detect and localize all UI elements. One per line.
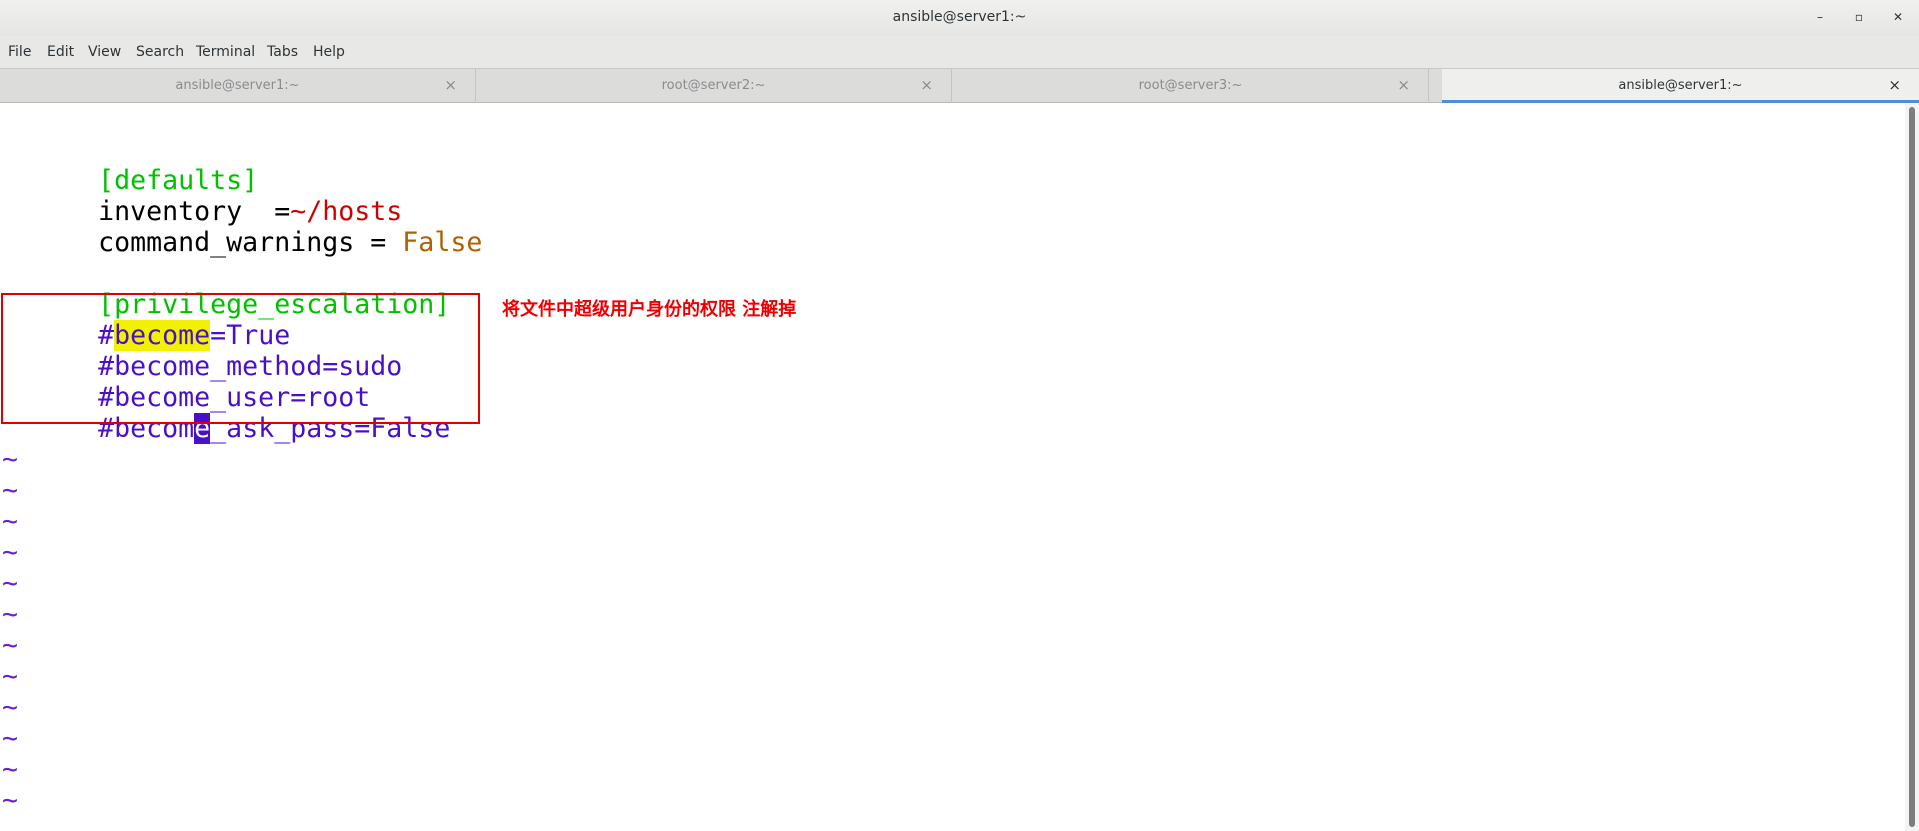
tab-close-icon[interactable]: × bbox=[920, 76, 933, 94]
menu-search[interactable]: Search bbox=[136, 44, 184, 60]
tab-label: ansible@server1:~ bbox=[175, 78, 300, 93]
empty-line-tilde: ~ bbox=[2, 754, 19, 785]
tab-close-icon[interactable]: × bbox=[1888, 76, 1901, 94]
menu-bar: File Edit View Search Terminal Tabs Help bbox=[0, 36, 1919, 68]
menu-tabs[interactable]: Tabs bbox=[267, 44, 298, 60]
tab-root-server2[interactable]: root@server2:~ × bbox=[476, 69, 952, 103]
config-value: False bbox=[402, 226, 483, 258]
minimize-button[interactable]: – bbox=[1810, 8, 1830, 28]
terminal-content[interactable]: [defaults] inventory =~/hosts command_wa… bbox=[0, 103, 1905, 831]
tab-label: root@server3:~ bbox=[1138, 78, 1243, 93]
tab-ansible-server1-active[interactable]: ansible@server1:~ × bbox=[1442, 69, 1919, 103]
menu-terminal[interactable]: Terminal bbox=[196, 44, 255, 60]
title-bar[interactable]: ansible@server1:~ – ▫ ✕ bbox=[0, 0, 1919, 36]
editor-line: [privilege_escalation] bbox=[2, 259, 450, 320]
tab-label: ansible@server1:~ bbox=[1618, 78, 1743, 93]
annotation-note: 将文件中超级用户身份的权限 注解掉 bbox=[502, 299, 797, 320]
empty-line-tilde: ~ bbox=[2, 599, 19, 630]
tab-bar: ansible@server1:~ × root@server2:~ × roo… bbox=[0, 68, 1919, 103]
empty-line-tilde: ~ bbox=[2, 630, 19, 661]
editor-line: command_warnings = False bbox=[2, 197, 482, 258]
editor-line: [defaults] bbox=[2, 135, 258, 196]
menu-view[interactable]: View bbox=[88, 44, 121, 60]
menu-edit[interactable]: Edit bbox=[47, 44, 74, 60]
annotation-highlight-box bbox=[1, 293, 480, 424]
config-key: command_warnings = bbox=[98, 226, 403, 258]
empty-line-tilde: ~ bbox=[2, 537, 19, 568]
empty-line-tilde: ~ bbox=[2, 568, 19, 599]
close-window-button[interactable]: ✕ bbox=[1888, 8, 1908, 28]
empty-line-tilde: ~ bbox=[2, 475, 19, 506]
empty-line-tilde: ~ bbox=[2, 506, 19, 537]
editor-line: inventory =~/hosts bbox=[2, 166, 402, 227]
empty-line-tilde: ~ bbox=[2, 723, 19, 754]
empty-line-tilde: ~ bbox=[2, 661, 19, 692]
vertical-scrollbar[interactable] bbox=[1905, 103, 1919, 831]
tab-label: root@server2:~ bbox=[661, 78, 766, 93]
menu-help[interactable]: Help bbox=[313, 44, 345, 60]
tab-ansible-server1[interactable]: ansible@server1:~ × bbox=[0, 69, 476, 103]
tab-close-icon[interactable]: × bbox=[1397, 76, 1410, 94]
empty-line-tilde: ~ bbox=[2, 692, 19, 723]
scrollbar-thumb[interactable] bbox=[1909, 107, 1915, 827]
window-title: ansible@server1:~ bbox=[892, 9, 1027, 25]
menu-file[interactable]: File bbox=[8, 44, 31, 60]
empty-line-tilde: ~ bbox=[2, 444, 19, 475]
tab-root-server3[interactable]: root@server3:~ × bbox=[953, 69, 1429, 103]
empty-line-tilde: ~ bbox=[2, 785, 19, 816]
maximize-button[interactable]: ▫ bbox=[1849, 8, 1869, 28]
terminal-window: ansible@server1:~ – ▫ ✕ File Edit View S… bbox=[0, 0, 1919, 831]
tab-close-icon[interactable]: × bbox=[444, 76, 457, 94]
